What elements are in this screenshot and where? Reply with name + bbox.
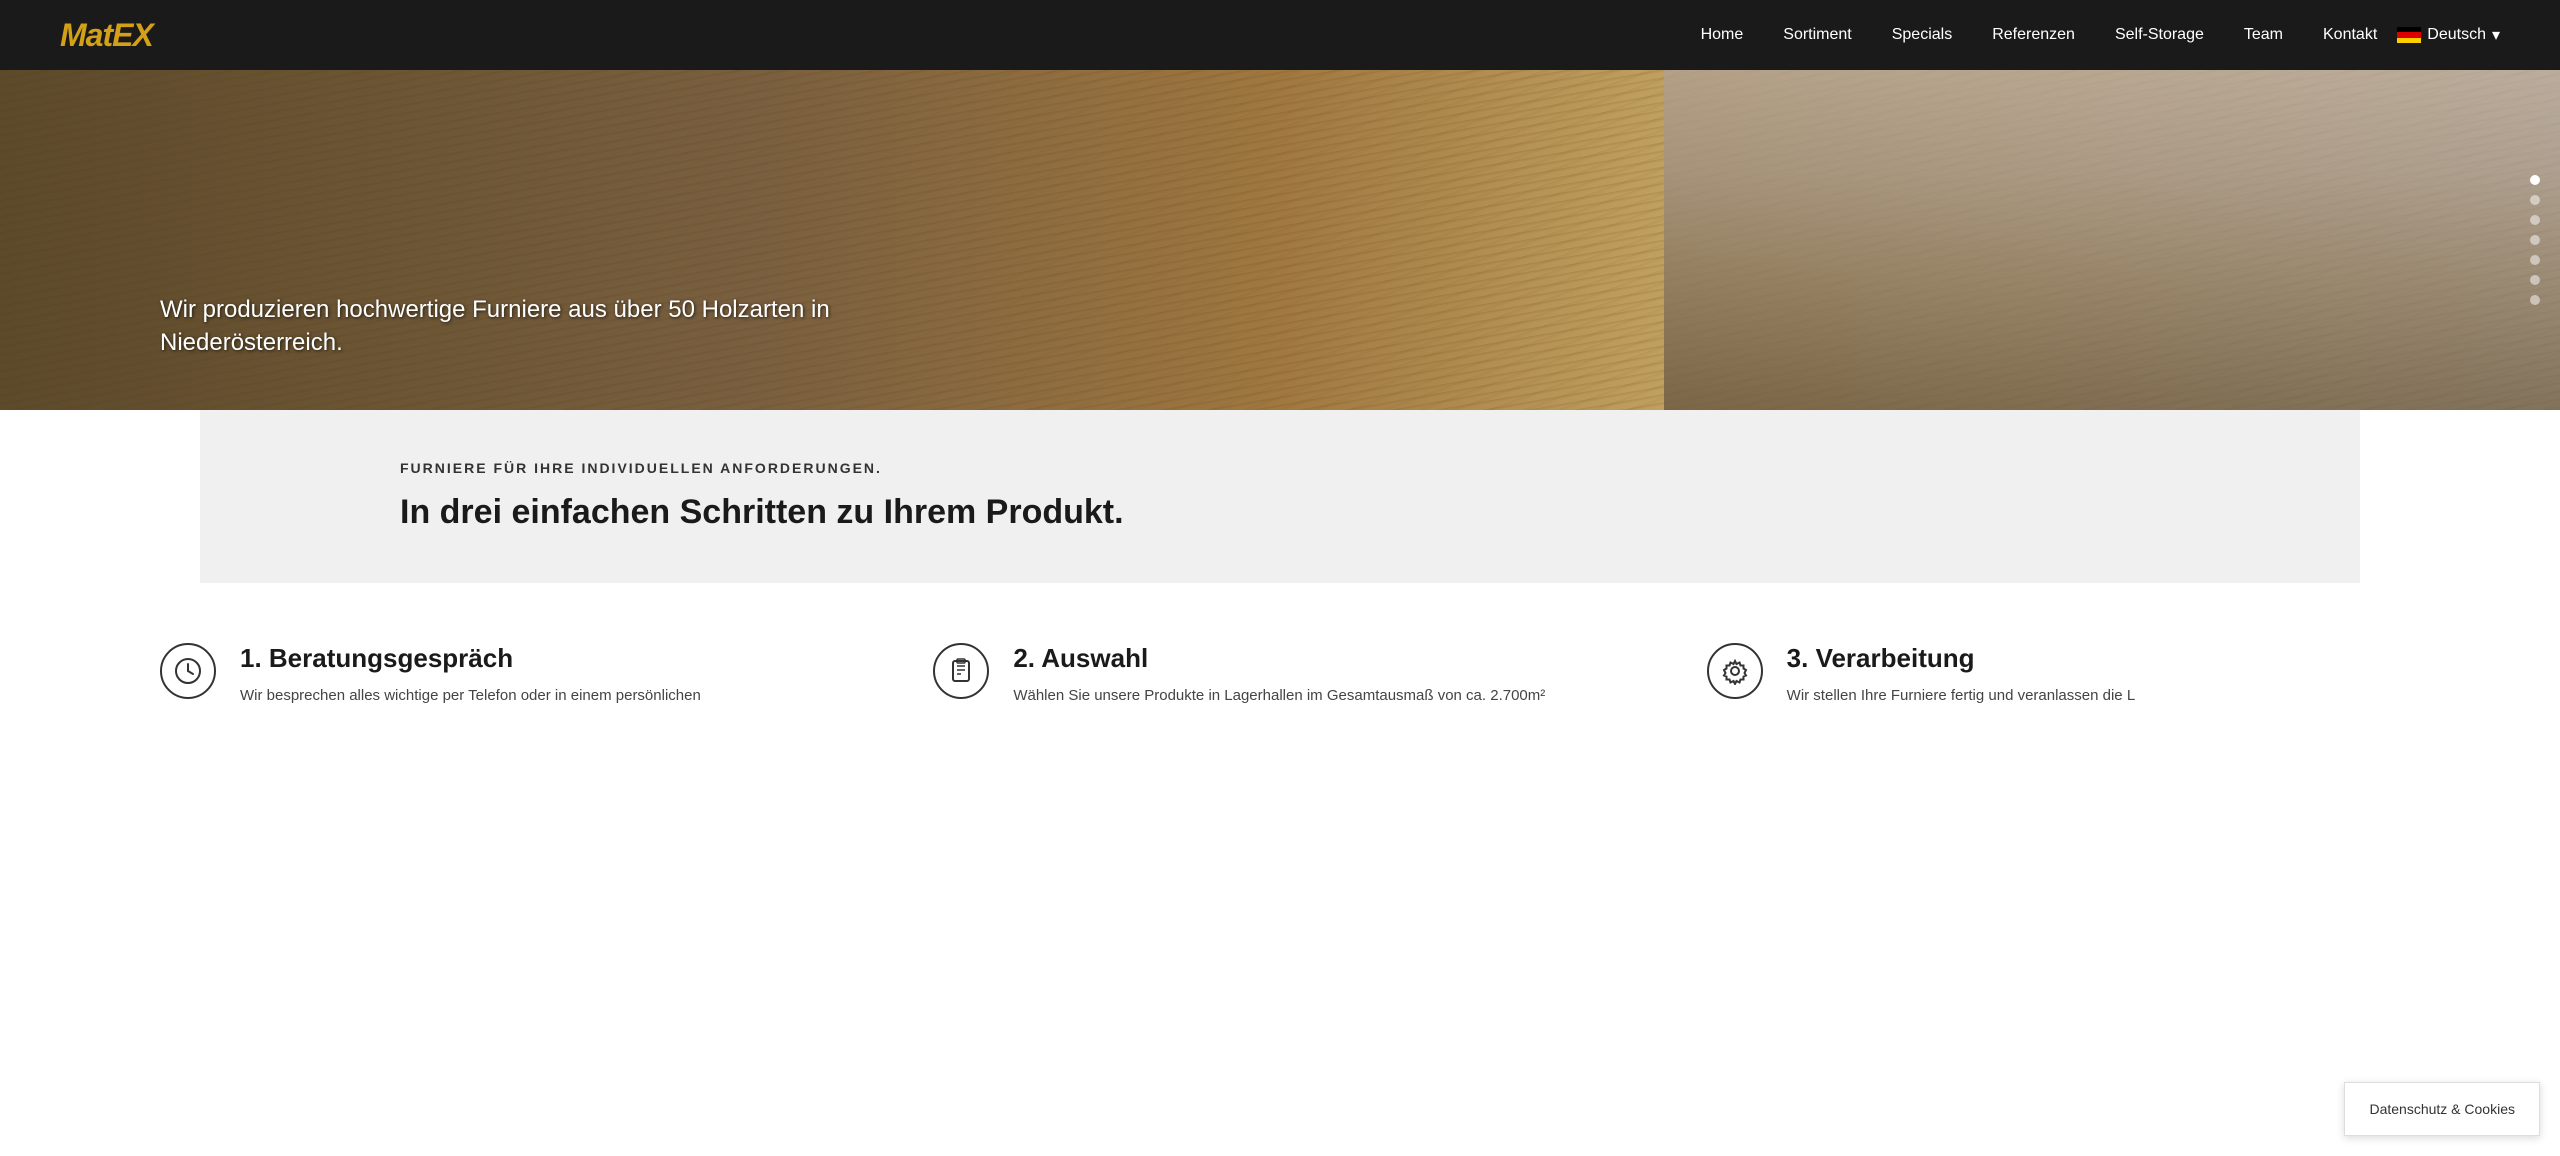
hero-section: Wir produzieren hochwertige Furniere aus… [0, 70, 2560, 410]
hero-text: Wir produzieren hochwertige Furniere aus… [160, 293, 860, 360]
slide-dot-3[interactable] [2530, 215, 2540, 225]
nav-link-team[interactable]: Team [2244, 26, 2283, 43]
steps-intro: FURNIERE FÜR IHRE INDIVIDUELLEN ANFORDER… [200, 410, 2360, 583]
nav-item-kontakt[interactable]: Kontakt [2323, 26, 2377, 44]
steps-section: 1. Beratungsgespräch Wir besprechen alle… [0, 583, 2560, 768]
nav-link-kontakt[interactable]: Kontakt [2323, 26, 2377, 43]
step-1-desc: Wir besprechen alles wichtige per Telefo… [240, 684, 701, 708]
slide-dot-7[interactable] [2530, 295, 2540, 305]
nav-item-home[interactable]: Home [1701, 26, 1744, 44]
slide-indicators [2530, 175, 2540, 305]
step-3-icon [1707, 643, 1763, 699]
step-2-content: 2. Auswahl Wählen Sie unsere Produkte in… [1013, 643, 1545, 708]
nav-link-home[interactable]: Home [1701, 26, 1744, 43]
slide-dot-4[interactable] [2530, 235, 2540, 245]
step-1-title: 1. Beratungsgespräch [240, 643, 701, 674]
step-1: 1. Beratungsgespräch Wir besprechen alle… [160, 643, 853, 708]
nav-link-sortiment[interactable]: Sortiment [1783, 26, 1851, 43]
step-3-title: 3. Verarbeitung [1787, 643, 2136, 674]
site-logo[interactable]: MatEX [60, 17, 153, 54]
navbar: MatEX Home Sortiment Specials Referenzen… [0, 0, 2560, 70]
slide-dot-6[interactable] [2530, 275, 2540, 285]
step-2-icon [933, 643, 989, 699]
step-2-desc: Wählen Sie unsere Produkte in Lagerhalle… [1013, 684, 1545, 708]
nav-link-referenzen[interactable]: Referenzen [1992, 26, 2075, 43]
cookie-banner-label: Datenschutz & Cookies [2369, 1101, 2515, 1117]
nav-item-sortiment[interactable]: Sortiment [1783, 26, 1851, 44]
lang-label: Deutsch [2427, 26, 2486, 44]
step-1-icon [160, 643, 216, 699]
steps-intro-subtitle: FURNIERE FÜR IHRE INDIVIDUELLEN ANFORDER… [400, 460, 2160, 476]
german-flag-icon [2397, 27, 2421, 43]
step-2-title: 2. Auswahl [1013, 643, 1545, 674]
step-1-content: 1. Beratungsgespräch Wir besprechen alle… [240, 643, 701, 708]
clock-icon [174, 657, 202, 685]
step-3-content: 3. Verarbeitung Wir stellen Ihre Furnier… [1787, 643, 2136, 708]
gear-icon [1721, 657, 1749, 685]
clipboard-icon [947, 657, 975, 685]
slide-dot-5[interactable] [2530, 255, 2540, 265]
slide-dot-1[interactable] [2530, 175, 2540, 185]
nav-item-selfstorage[interactable]: Self-Storage [2115, 26, 2204, 44]
steps-intro-wrapper: FURNIERE FÜR IHRE INDIVIDUELLEN ANFORDER… [100, 410, 2460, 583]
steps-intro-title: In drei einfachen Schritten zu Ihrem Pro… [400, 492, 2160, 533]
nav-links: Home Sortiment Specials Referenzen Self-… [1701, 26, 2378, 44]
slide-dot-2[interactable] [2530, 195, 2540, 205]
nav-item-referenzen[interactable]: Referenzen [1992, 26, 2075, 44]
nav-link-selfstorage[interactable]: Self-Storage [2115, 26, 2204, 43]
step-3-desc: Wir stellen Ihre Furniere fertig und ver… [1787, 684, 2136, 708]
nav-item-team[interactable]: Team [2244, 26, 2283, 44]
step-3: 3. Verarbeitung Wir stellen Ihre Furnier… [1707, 643, 2400, 708]
step-2: 2. Auswahl Wählen Sie unsere Produkte in… [933, 643, 1626, 708]
lang-dropdown-icon: ▾ [2492, 25, 2500, 45]
nav-item-specials[interactable]: Specials [1892, 26, 1952, 44]
nav-link-specials[interactable]: Specials [1892, 26, 1952, 43]
language-selector[interactable]: Deutsch ▾ [2397, 25, 2500, 45]
cookie-banner[interactable]: Datenschutz & Cookies [2344, 1082, 2540, 1136]
